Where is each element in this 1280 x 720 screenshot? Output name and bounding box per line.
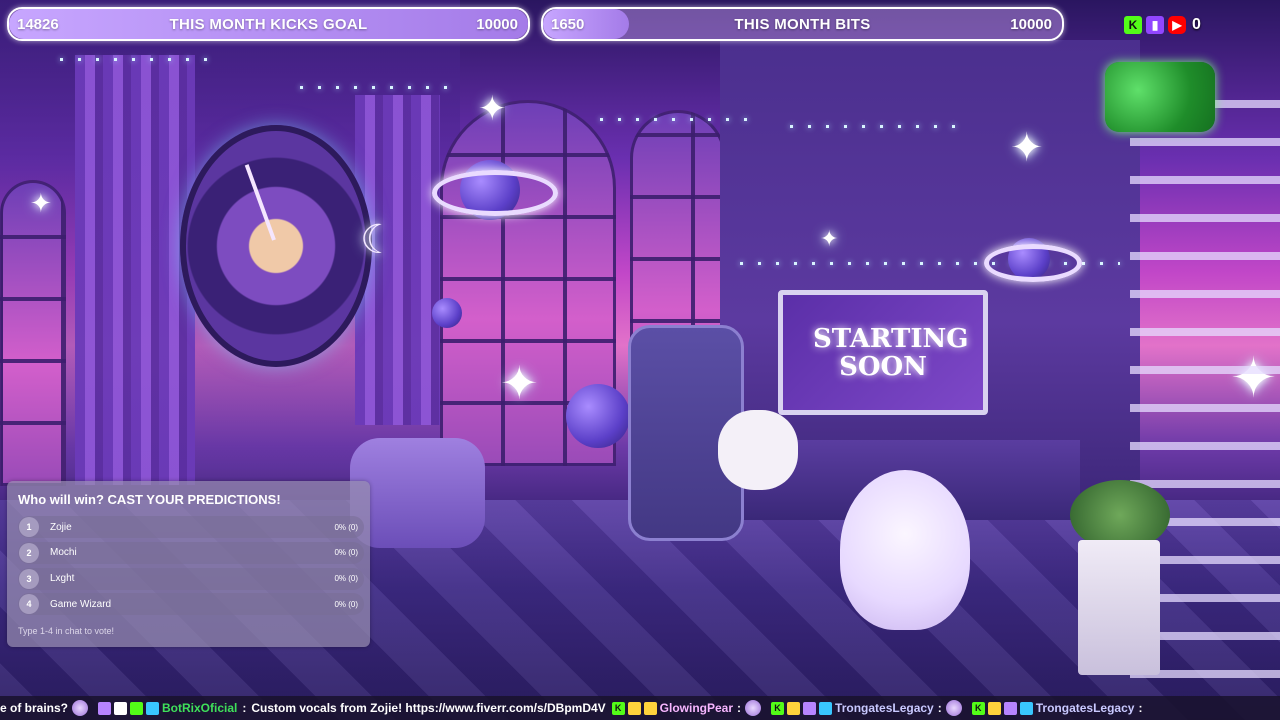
message-text: e of brains? — [0, 701, 69, 715]
option-stat: 0% (0) — [334, 548, 358, 558]
chat-badge-icon — [114, 701, 128, 715]
chat-username: TrongatesLegacy — [1035, 701, 1135, 715]
string-lights — [600, 118, 750, 121]
moon-icon: ☾ — [360, 218, 396, 262]
string-lights — [60, 58, 220, 61]
chat-badge-icon — [819, 701, 833, 715]
cat-plush — [718, 410, 798, 490]
ticker-message: K TrongatesLegacy : — [971, 701, 1143, 715]
chat-badge-icon — [643, 701, 657, 715]
planet-ornament-icon — [432, 298, 462, 328]
twitch-icon: ▮ — [1146, 16, 1164, 34]
poll-option: 3 Lxght 0% (0) — [18, 567, 364, 590]
option-label: Zojie — [50, 521, 72, 533]
chat-badge-icon — [146, 701, 160, 715]
star-icon: ✦ — [478, 90, 507, 128]
planet-ring — [984, 244, 1082, 282]
message-text: Custom vocals from Zojie! https://www.fi… — [251, 701, 606, 715]
option-stat: 0% (0) — [334, 522, 358, 532]
monitor-line-1: STARTING — [813, 323, 969, 354]
platform-viewer-counter: K ▮ ▶ 0 — [1124, 14, 1201, 36]
avatar — [72, 700, 89, 716]
star-icon: ✦ — [820, 226, 839, 251]
monitor-line-2: SOON — [839, 351, 927, 382]
emote-icon — [945, 700, 962, 716]
kicks-goal-bar: THIS MONTH KICKS GOAL 14826 10000 — [7, 7, 530, 41]
kick-badge-icon: K — [611, 701, 625, 715]
emote-icon — [745, 700, 762, 716]
option-number: 4 — [19, 594, 39, 615]
bits-goal-bar: THIS MONTH BITS 1650 10000 — [541, 7, 1064, 41]
star-icon: ✦ — [30, 188, 52, 218]
option-label: Lxght — [50, 573, 75, 585]
option-label: Game Wizard — [50, 598, 112, 610]
option-number: 3 — [19, 568, 39, 589]
chat-badge-icon — [98, 701, 112, 715]
chat-separator: : — [737, 701, 742, 715]
option-label: Mochi — [50, 547, 77, 559]
youtube-icon: ▶ — [1168, 16, 1186, 34]
star-icon: ✦ — [1010, 126, 1044, 170]
chat-separator: : — [937, 701, 942, 715]
chat-badge-icon — [803, 701, 817, 715]
string-lights — [790, 125, 960, 128]
kick-badge-icon: K — [971, 701, 985, 715]
poll-option: 4 Game Wizard 0% (0) — [18, 593, 364, 616]
goal-values: 14826 10000 — [9, 9, 528, 39]
monitor-text: STARTING SOON — [813, 325, 969, 382]
chat-separator: : — [1138, 701, 1143, 715]
arched-window — [0, 180, 66, 486]
globe-icon — [566, 384, 630, 448]
ticker-message: e of brains? — [0, 700, 92, 716]
goal-target-value: 10000 — [1010, 15, 1052, 33]
kick-icon: K — [1124, 16, 1142, 34]
chat-badge-icon — [627, 701, 641, 715]
poll-title: Who will win? CAST YOUR PREDICTIONS! — [18, 492, 281, 507]
star-icon: ✦ — [500, 357, 539, 409]
poll-footer: Type 1-4 in chat to vote! — [18, 626, 115, 636]
option-stat: 0% (0) — [334, 599, 358, 609]
starting-soon-monitor: STARTING SOON — [778, 290, 988, 415]
goal-current-value: 14826 — [17, 15, 59, 33]
chat-ticker: e of brains? BotRixOficial : Custom voca… — [0, 696, 1280, 720]
kick-badge-icon: K — [771, 701, 785, 715]
chat-username: GlowingPear — [659, 701, 734, 715]
prediction-poll-panel: Who will win? CAST YOUR PREDICTIONS! 1 Z… — [7, 481, 370, 647]
emote-sign-icon — [1105, 62, 1215, 132]
chat-badge-icon — [987, 701, 1001, 715]
poll-options: 1 Zojie 0% (0) 2 Mochi 0% (0) 3 Lxght 0%… — [18, 516, 364, 619]
left-curtain — [75, 55, 195, 485]
chat-badge-icon — [1003, 701, 1017, 715]
option-number: 2 — [19, 542, 39, 563]
ticker-message: BotRixOficial : Custom vocals from Zojie… — [98, 701, 606, 715]
ticker-message: K GlowingPear : — [611, 700, 765, 716]
goal-target-value: 10000 — [476, 15, 518, 33]
string-lights — [300, 86, 450, 89]
viewer-count: 0 — [1192, 16, 1201, 33]
chat-username: BotRixOficial — [162, 701, 238, 715]
chat-badge-icon — [130, 701, 144, 715]
ticker-message: K TrongatesLegacy : — [771, 700, 966, 716]
goal-current-value: 1650 — [551, 15, 585, 33]
wall-clock-icon — [180, 125, 372, 367]
chat-username: TrongatesLegacy — [835, 701, 934, 715]
planet-ring — [432, 170, 558, 216]
option-number: 1 — [19, 517, 39, 537]
mascot-character — [840, 470, 970, 630]
option-stat: 0% (0) — [334, 574, 358, 584]
chat-badge-icon — [1019, 701, 1033, 715]
poll-option: 1 Zojie 0% (0) — [18, 516, 364, 538]
plant-pot — [1078, 540, 1160, 675]
poll-option: 2 Mochi 0% (0) — [18, 541, 364, 564]
goal-values: 1650 10000 — [543, 9, 1062, 39]
armchair — [350, 438, 485, 548]
chat-separator: : — [242, 701, 247, 715]
chat-badge-icon — [787, 701, 801, 715]
